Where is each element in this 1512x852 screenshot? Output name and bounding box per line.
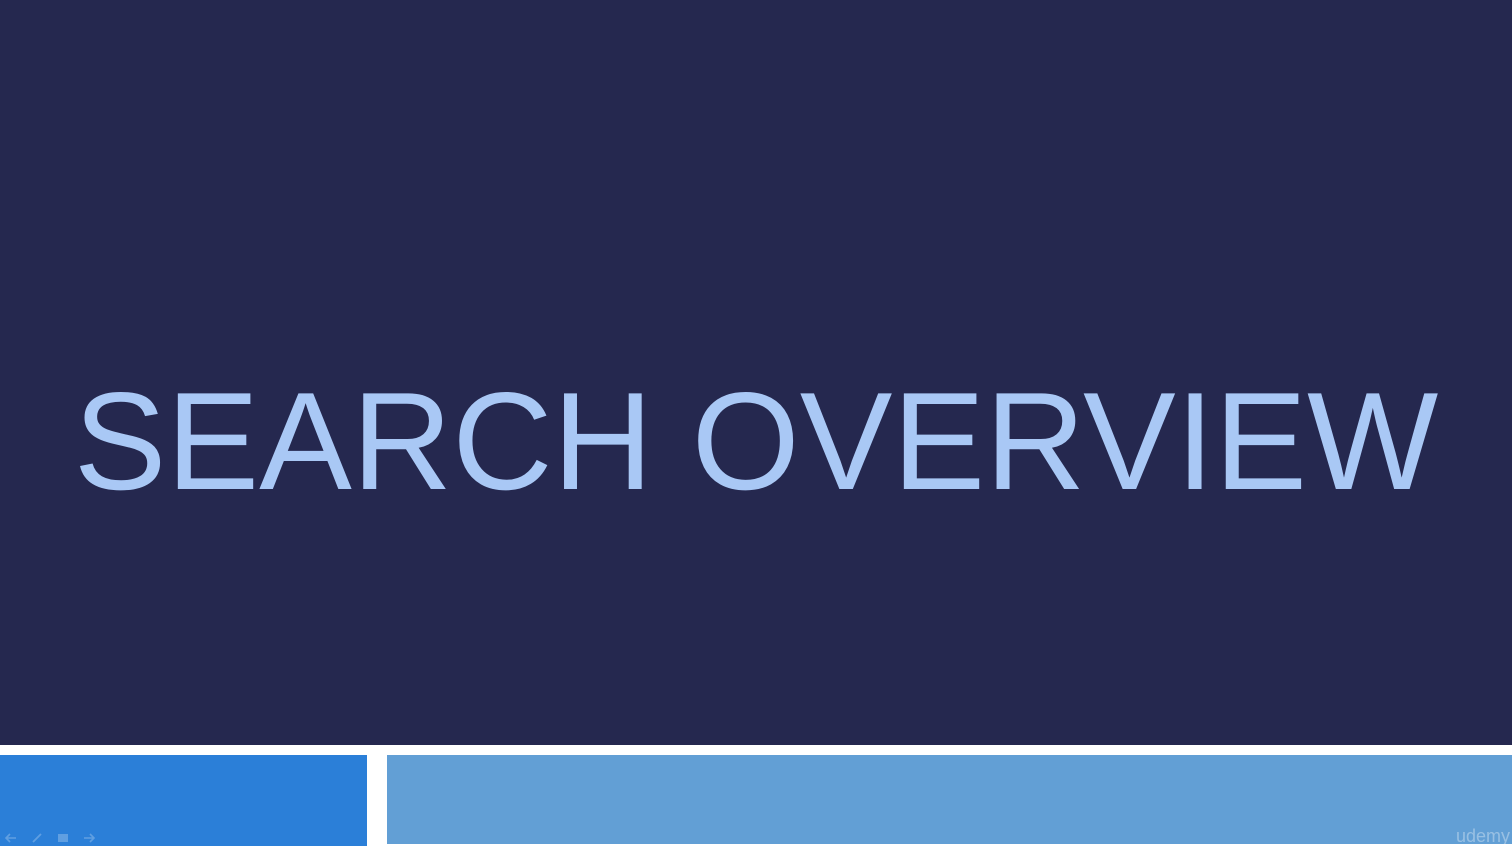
slides-overview-icon[interactable] — [56, 832, 70, 844]
previous-slide-icon[interactable] — [4, 832, 18, 844]
slide-title: SEARCH OVERVIEW — [73, 364, 1439, 519]
presentation-slide: SEARCH OVERVIEW udemy — [0, 0, 1512, 852]
title-panel: SEARCH OVERVIEW — [0, 0, 1512, 745]
pen-icon[interactable] — [30, 832, 44, 844]
udemy-watermark: udemy — [1455, 826, 1510, 846]
slideshow-controls — [4, 832, 96, 844]
next-slide-icon[interactable] — [82, 832, 96, 844]
footer-right-block — [387, 755, 1512, 844]
